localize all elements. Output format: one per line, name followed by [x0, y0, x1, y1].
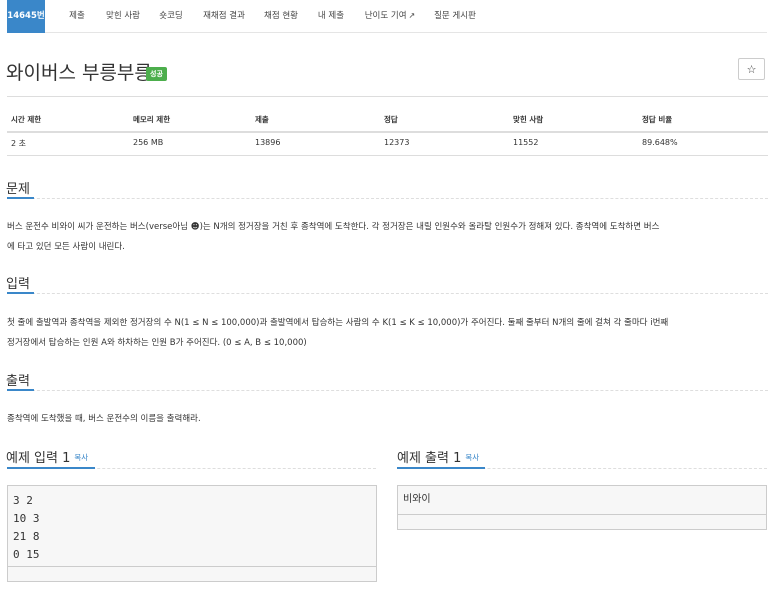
info-header-submissions: 제출: [255, 115, 269, 124]
favorite-star-button[interactable]: ☆: [738, 58, 765, 80]
section-title-problem: 문제: [6, 182, 30, 197]
tab-judge-status[interactable]: 채점 현황: [256, 0, 306, 32]
info-header-accept-rate: 정답 비율: [642, 115, 673, 124]
sample-output-box[interactable]: [397, 485, 767, 530]
tab-question-board[interactable]: 질문 게시판: [428, 0, 482, 32]
output-description-line-1: 종착역에 도착했을 때, 버스 운전수의 이름을 출력해라.: [7, 414, 201, 424]
section-underline-output: [7, 389, 34, 391]
info-header-memory-limit: 메모리 제한: [133, 115, 171, 124]
sample-output-underline: [397, 467, 485, 469]
page-title: 와이버스 부릉부릉: [6, 62, 152, 84]
sample-input-heading: 예제 입력 1 복사: [6, 447, 88, 466]
tab-rejudge-result[interactable]: 재채점 결과: [196, 0, 252, 32]
section-divider-input: [7, 293, 768, 294]
section-divider-problem: [7, 198, 768, 199]
info-value-time-limit: 2 초: [11, 139, 26, 148]
info-value-solved-users: 11552: [513, 138, 539, 147]
sample-input-title: 예제 입력 1: [6, 451, 71, 466]
info-value-accepted: 12373: [384, 138, 410, 147]
info-value-accept-rate: 89.648%: [642, 138, 678, 147]
sample-input-box-footer: [8, 566, 376, 567]
input-description-line-1: 첫 줄에 출발역과 종착역을 제외한 정거장의 수 N(1 ≤ N ≤ 100,…: [7, 318, 669, 328]
info-value-memory-limit: 256 MB: [133, 138, 164, 147]
section-underline-input: [7, 292, 34, 294]
tab-problem-number[interactable]: 14645번: [7, 0, 45, 33]
sample-input-underline: [7, 467, 95, 469]
info-value-submissions: 13896: [255, 138, 281, 147]
sample-input-line-1: 3 2: [13, 494, 33, 507]
copy-sample-input-button[interactable]: 복사: [74, 453, 88, 462]
sample-input-box[interactable]: [7, 485, 377, 582]
info-header-solved-users: 맞힌 사람: [513, 115, 544, 124]
sample-output-text: 비와이: [403, 494, 431, 505]
tab-difficulty-label: 난이도 기여: [364, 11, 407, 21]
sample-output-heading: 예제 출력 1 복사: [397, 447, 479, 466]
status-badge: 성공: [146, 67, 167, 81]
info-header-time-limit: 시간 제한: [11, 115, 42, 124]
sample-input-line-3: 21 8: [13, 530, 40, 543]
tab-difficulty-contribution[interactable]: 난이도 기여 ↗: [358, 0, 422, 32]
section-underline-problem: [7, 197, 34, 199]
info-header-accepted: 정답: [384, 115, 398, 124]
tab-short-coding[interactable]: 숏코딩: [153, 0, 189, 32]
problem-description-line-2: 에 타고 있던 모든 사람이 내린다.: [7, 242, 125, 252]
sample-input-line-4: 0 15: [13, 548, 40, 561]
section-title-input: 입력: [6, 277, 30, 292]
sample-output-box-footer: [398, 514, 766, 515]
star-icon: ☆: [746, 63, 757, 76]
section-title-output: 출력: [6, 374, 30, 389]
info-table-top-border: [7, 96, 768, 97]
tab-my-submissions[interactable]: 내 제출: [312, 0, 350, 32]
input-description-line-2: 정거장에서 탑승하는 인원 A와 하차하는 인원 B가 주어진다. (0 ≤ A…: [7, 338, 307, 348]
problem-description-line-1: 버스 운전수 비와이 씨가 운전하는 버스(verse아님 ☻)는 N개의 정거…: [7, 222, 660, 232]
copy-sample-output-button[interactable]: 복사: [465, 453, 479, 462]
external-link-icon: ↗: [408, 11, 416, 20]
section-divider-output: [7, 390, 768, 391]
sample-input-line-2: 10 3: [13, 512, 40, 525]
tab-submit[interactable]: 제출: [61, 0, 93, 32]
info-table-header-divider: [7, 131, 768, 133]
tab-solved-users[interactable]: 맞힌 사람: [101, 0, 145, 32]
info-table-bottom-border: [7, 155, 768, 156]
sample-output-title: 예제 출력 1: [397, 451, 462, 466]
